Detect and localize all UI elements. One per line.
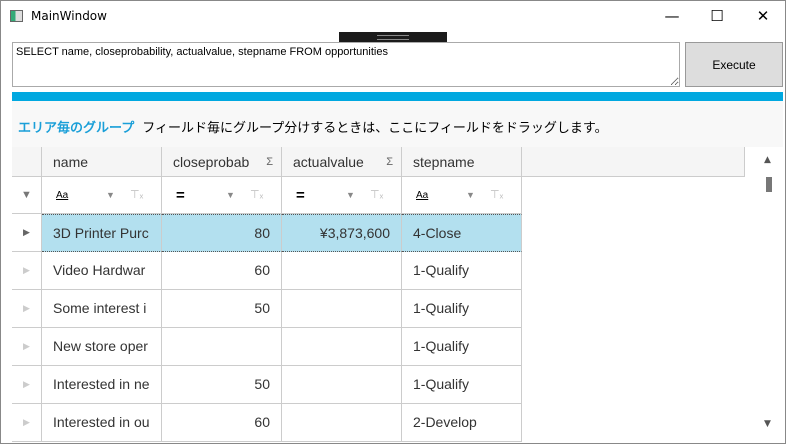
table-cell-closeprobab[interactable] [162, 328, 282, 366]
filter-cell[interactable]: = ▼ ⊤ₓ [162, 177, 282, 214]
table-cell-actualvalue[interactable] [282, 404, 402, 442]
table-cell-name[interactable]: Interested in ne [42, 366, 162, 404]
table-row[interactable]: ▶ Some interest i 50 1-Qualify [12, 290, 522, 328]
filter-operator[interactable]: Aa [56, 177, 68, 213]
table-row[interactable]: ▶ Interested in ne 50 1-Qualify [12, 366, 522, 404]
row-indicator[interactable]: ▶ [12, 404, 42, 442]
column-header-label: actualvalue [293, 154, 364, 170]
table-cell-stepname[interactable]: 1-Qualify [402, 366, 522, 404]
column-header-label: closeprobab [173, 154, 250, 170]
row-indicator[interactable]: ▶ [12, 290, 42, 328]
table-cell-closeprobab[interactable]: 50 [162, 290, 282, 328]
group-panel-title: エリア毎のグループ [18, 120, 135, 135]
table-cell-stepname[interactable]: 2-Develop [402, 404, 522, 442]
column-header-label: stepname [413, 154, 475, 170]
query-input[interactable]: SELECT name, closeprobability, actualval… [12, 42, 680, 87]
data-grid: name closeprobab Σactualvalue Σstepname ▼ Aa ▼… [12, 147, 756, 443]
drag-handle[interactable] [339, 32, 447, 42]
table-cell-stepname[interactable]: 1-Qualify [402, 252, 522, 290]
table-cell-name[interactable]: Some interest i [42, 290, 162, 328]
dropdown-icon[interactable]: ▼ [346, 177, 355, 213]
title-bar: MainWindow — ☐ ✕ [1, 1, 786, 33]
table-cell-actualvalue[interactable] [282, 252, 402, 290]
row-indicator[interactable]: ▶ [12, 366, 42, 404]
column-header-actualvalue[interactable]: actualvalue Σ [282, 147, 402, 177]
header-row: name closeprobab Σactualvalue Σstepname [12, 147, 745, 177]
table-cell-actualvalue[interactable] [282, 328, 402, 366]
column-header-name[interactable]: name [42, 147, 162, 177]
dropdown-icon[interactable]: ▼ [466, 177, 475, 213]
table-cell-stepname[interactable]: 1-Qualify [402, 328, 522, 366]
scroll-down-icon[interactable]: ▼ [764, 419, 771, 429]
filter-cell[interactable]: Aa ▼ ⊤ₓ [42, 177, 162, 214]
table-cell-closeprobab[interactable]: 80 [162, 214, 282, 252]
table-row[interactable]: ▶ 3D Printer Purc 80 ¥3,873,600 4-Close [12, 214, 522, 252]
dropdown-icon[interactable]: ▼ [226, 177, 235, 213]
table-cell-actualvalue[interactable]: ¥3,873,600 [282, 214, 402, 252]
scroll-thumb[interactable] [766, 177, 772, 192]
table-row[interactable]: ▶ Video Hardwar 60 1-Qualify [12, 252, 522, 290]
clear-filter-icon[interactable]: ⊤ₓ [490, 177, 503, 213]
column-header-label: name [53, 154, 89, 170]
row-indicator[interactable]: ▶ [12, 214, 42, 252]
filter-operator[interactable]: = [176, 177, 185, 213]
minimize-button[interactable]: — [649, 1, 695, 31]
window-title: MainWindow [31, 9, 107, 23]
vertical-scrollbar[interactable]: ▲ ▼ [756, 147, 783, 443]
execute-button[interactable]: Execute [685, 42, 783, 87]
sigma-icon[interactable]: Σ [266, 147, 273, 176]
row-indicator[interactable]: ▶ [12, 252, 42, 290]
scroll-up-icon[interactable]: ▲ [764, 155, 771, 165]
filter-cell[interactable]: Aa ▼ ⊤ₓ [402, 177, 522, 214]
table-cell-name[interactable]: Video Hardwar [42, 252, 162, 290]
clear-filter-icon[interactable]: ⊤ₓ [370, 177, 383, 213]
row-indicator[interactable]: ▶ [12, 328, 42, 366]
filter-row: ▼ Aa ▼ ⊤ₓ = ▼ ⊤ₓ = ▼ ⊤ₓ Aa ▼ ⊤ₓ [12, 177, 522, 214]
dropdown-icon[interactable]: ▼ [106, 177, 115, 213]
table-cell-actualvalue[interactable] [282, 366, 402, 404]
table-cell-name[interactable]: Interested in ou [42, 404, 162, 442]
row-indicator-header [12, 147, 42, 177]
filter-icon[interactable]: ▼ [12, 177, 42, 214]
table-row[interactable]: ▶ Interested in ou 60 2-Develop [12, 404, 522, 442]
column-header-closeprobab[interactable]: closeprobab Σ [162, 147, 282, 177]
filter-operator[interactable]: Aa [416, 177, 428, 213]
table-cell-closeprobab[interactable]: 60 [162, 404, 282, 442]
table-cell-stepname[interactable]: 4-Close [402, 214, 522, 252]
clear-filter-icon[interactable]: ⊤ₓ [250, 177, 263, 213]
filter-cell[interactable]: = ▼ ⊤ₓ [282, 177, 402, 214]
header-filler [522, 147, 745, 177]
clear-filter-icon[interactable]: ⊤ₓ [130, 177, 143, 213]
table-cell-actualvalue[interactable] [282, 290, 402, 328]
table-row[interactable]: ▶ New store oper 1-Qualify [12, 328, 522, 366]
column-header-stepname[interactable]: stepname [402, 147, 522, 177]
accent-bar [12, 92, 783, 101]
table-cell-closeprobab[interactable]: 50 [162, 366, 282, 404]
filter-operator[interactable]: = [296, 177, 305, 213]
close-button[interactable]: ✕ [740, 1, 786, 31]
maximize-button[interactable]: ☐ [694, 1, 740, 31]
table-cell-name[interactable]: New store oper [42, 328, 162, 366]
group-panel-hint: フィールド毎にグループ分けするときは、ここにフィールドをドラッグします。 [142, 120, 608, 135]
sigma-icon[interactable]: Σ [386, 147, 393, 176]
table-cell-name[interactable]: 3D Printer Purc [42, 214, 162, 252]
app-icon [10, 10, 23, 22]
table-cell-stepname[interactable]: 1-Qualify [402, 290, 522, 328]
table-cell-closeprobab[interactable]: 60 [162, 252, 282, 290]
group-panel[interactable]: エリア毎のグループ フィールド毎にグループ分けするときは、ここにフィールドをドラッ… [12, 101, 783, 147]
